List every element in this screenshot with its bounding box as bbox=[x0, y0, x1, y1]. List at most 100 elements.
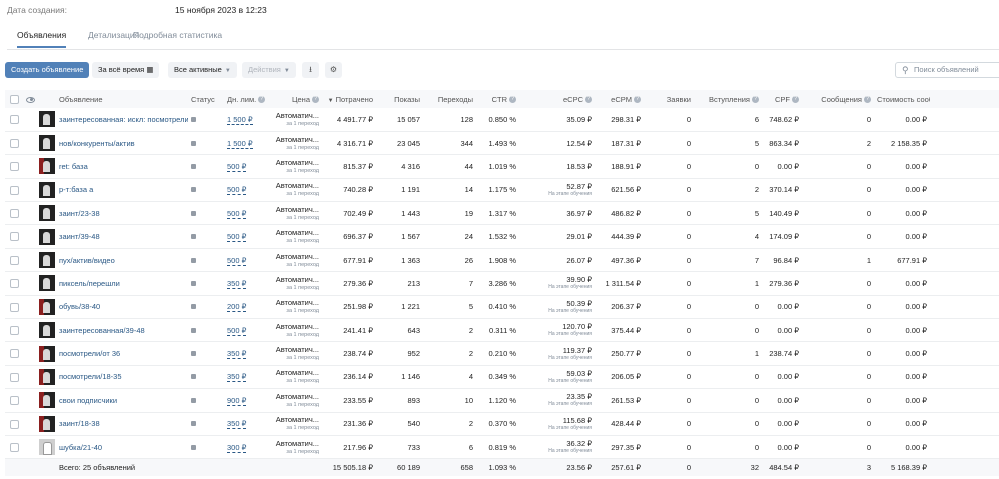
cell-ecpm: 621.56 ₽ bbox=[595, 178, 644, 203]
col-ecpc[interactable]: eCPC? bbox=[519, 90, 595, 108]
help-icon[interactable]: ? bbox=[634, 96, 641, 104]
col-ctr[interactable]: CTR? bbox=[476, 90, 519, 108]
ad-name-link[interactable]: пух/актив/видео bbox=[59, 256, 115, 265]
ad-name-link[interactable]: заинт/23-38 bbox=[59, 209, 100, 218]
row-checkbox[interactable] bbox=[9, 419, 19, 429]
daily-limit-link[interactable]: 1 500 ₽ bbox=[227, 114, 253, 125]
daily-limit-link[interactable]: 900 ₽ bbox=[227, 395, 247, 406]
row-checkbox[interactable] bbox=[9, 232, 19, 242]
ad-thumbnail[interactable] bbox=[39, 252, 55, 269]
row-checkbox[interactable] bbox=[9, 115, 19, 125]
search-box[interactable]: ⚲ bbox=[895, 62, 999, 78]
ad-thumbnail[interactable] bbox=[39, 322, 55, 339]
ad-name-link[interactable]: заинтересованная/39-48 bbox=[59, 326, 145, 335]
select-all-checkbox[interactable] bbox=[9, 94, 19, 104]
col-ad[interactable]: Объявление bbox=[56, 90, 188, 108]
search-input[interactable] bbox=[914, 65, 999, 74]
tab-detailed-stats[interactable]: Подробная статистика bbox=[133, 30, 222, 46]
help-icon[interactable]: ? bbox=[312, 96, 319, 104]
daily-limit-link[interactable]: 350 ₽ bbox=[227, 372, 247, 383]
row-checkbox[interactable] bbox=[9, 279, 19, 289]
ad-thumbnail[interactable] bbox=[39, 275, 55, 292]
daily-limit-link[interactable]: 350 ₽ bbox=[227, 349, 247, 360]
ad-name-link[interactable]: р-т:база а bbox=[59, 185, 93, 194]
ad-thumbnail[interactable] bbox=[39, 392, 55, 409]
ad-thumbnail[interactable] bbox=[39, 415, 55, 432]
actions-select[interactable]: Действия ▼ bbox=[242, 62, 296, 78]
col-messages[interactable]: Сообщения? bbox=[802, 90, 874, 108]
row-checkbox[interactable] bbox=[9, 185, 19, 195]
ad-name-link[interactable]: ret: база bbox=[59, 162, 88, 171]
ad-thumbnail[interactable] bbox=[39, 181, 55, 198]
daily-limit-link[interactable]: 500 ₽ bbox=[227, 161, 247, 172]
help-icon[interactable]: ? bbox=[258, 96, 266, 104]
col-cpf[interactable]: CPF? bbox=[762, 90, 802, 108]
row-checkbox[interactable] bbox=[9, 255, 19, 265]
daily-limit-link[interactable]: 500 ₽ bbox=[227, 185, 247, 196]
help-icon[interactable]: ? bbox=[792, 96, 799, 104]
ad-name-link[interactable]: посмотрели/18-35 bbox=[59, 372, 122, 381]
col-leads[interactable]: Заявки bbox=[644, 90, 694, 108]
ad-thumbnail[interactable] bbox=[39, 205, 55, 222]
daily-limit-link[interactable]: 350 ₽ bbox=[227, 419, 247, 430]
cell-spent: 236.14 ₽ bbox=[322, 365, 376, 390]
tab-ads[interactable]: Объявления bbox=[17, 30, 67, 48]
download-icon[interactable]: ⭳ bbox=[302, 62, 319, 78]
row-checkbox[interactable] bbox=[9, 138, 19, 148]
daily-limit-link[interactable]: 300 ₽ bbox=[227, 442, 247, 453]
daily-limit-link[interactable]: 500 ₽ bbox=[227, 208, 247, 219]
row-checkbox[interactable] bbox=[9, 209, 19, 219]
price-unit: за 1 переход bbox=[286, 120, 319, 127]
tab-details[interactable]: Детализация bbox=[88, 30, 139, 46]
ad-name-link[interactable]: заинт/18-38 bbox=[59, 419, 100, 428]
col-price[interactable]: Цена? bbox=[266, 90, 322, 108]
help-icon[interactable]: ? bbox=[585, 96, 592, 104]
help-icon[interactable]: ? bbox=[509, 96, 516, 104]
daily-limit-link[interactable]: 500 ₽ bbox=[227, 232, 247, 243]
ad-thumbnail[interactable] bbox=[39, 298, 55, 315]
gear-icon[interactable]: ⚙ bbox=[325, 62, 342, 78]
daily-limit-link[interactable]: 1 500 ₽ bbox=[227, 138, 253, 149]
ad-thumbnail-cell bbox=[36, 178, 56, 203]
ad-name-link[interactable]: шубка/21-40 bbox=[59, 443, 102, 452]
daily-limit-link[interactable]: 500 ₽ bbox=[227, 325, 247, 336]
ad-name-link[interactable]: заинтересованная: искл: посмотрели bbox=[59, 115, 188, 124]
create-ad-button[interactable]: Создать объявление bbox=[5, 62, 90, 78]
row-checkbox[interactable] bbox=[9, 372, 19, 382]
help-icon[interactable]: ? bbox=[864, 96, 871, 104]
col-ecpm[interactable]: eCPM? bbox=[595, 90, 644, 108]
ad-thumbnail[interactable] bbox=[39, 135, 55, 152]
daily-limit-link[interactable]: 500 ₽ bbox=[227, 255, 247, 266]
col-shows[interactable]: Показы bbox=[376, 90, 423, 108]
ad-thumbnail[interactable] bbox=[39, 111, 55, 128]
ad-name-link[interactable]: нов/конкуренты/актив bbox=[59, 139, 135, 148]
ad-thumbnail[interactable] bbox=[39, 345, 55, 362]
row-checkbox[interactable] bbox=[9, 162, 19, 172]
ad-name-link[interactable]: обувь/38-40 bbox=[59, 302, 100, 311]
ad-name-link[interactable]: посмотрели/от 36 bbox=[59, 349, 120, 358]
ad-name-link[interactable]: заинт/39-48 bbox=[59, 232, 100, 241]
ad-thumbnail[interactable] bbox=[39, 439, 55, 456]
row-checkbox[interactable] bbox=[9, 349, 19, 359]
col-limit[interactable]: Дн. лим.? bbox=[224, 90, 266, 108]
ad-thumbnail[interactable] bbox=[39, 158, 55, 175]
ad-thumbnail[interactable] bbox=[39, 228, 55, 245]
col-status[interactable]: Статус bbox=[188, 90, 224, 108]
col-spent[interactable]: ▼ Потрачено bbox=[322, 90, 376, 108]
daily-limit-link[interactable]: 200 ₽ bbox=[227, 302, 247, 313]
ad-thumbnail[interactable] bbox=[39, 368, 55, 385]
row-checkbox[interactable] bbox=[9, 325, 19, 335]
col-joins[interactable]: Вступления? bbox=[694, 90, 762, 108]
ad-name-link[interactable]: свои подписчики bbox=[59, 396, 117, 405]
col-msg-cost[interactable]: Стоимость сообщения? bbox=[874, 90, 930, 108]
row-checkbox[interactable] bbox=[9, 442, 19, 452]
period-button[interactable]: За всё время ▦ bbox=[92, 62, 160, 78]
help-icon[interactable]: ? bbox=[752, 96, 759, 104]
status-filter-select[interactable]: Все активные ▼ bbox=[168, 62, 237, 78]
daily-limit-link[interactable]: 350 ₽ bbox=[227, 278, 247, 289]
row-spacer bbox=[930, 341, 999, 366]
ad-name-link[interactable]: пиксель/перешли bbox=[59, 279, 120, 288]
row-checkbox[interactable] bbox=[9, 302, 19, 312]
col-clicks[interactable]: Переходы bbox=[423, 90, 476, 108]
row-checkbox[interactable] bbox=[9, 396, 19, 406]
